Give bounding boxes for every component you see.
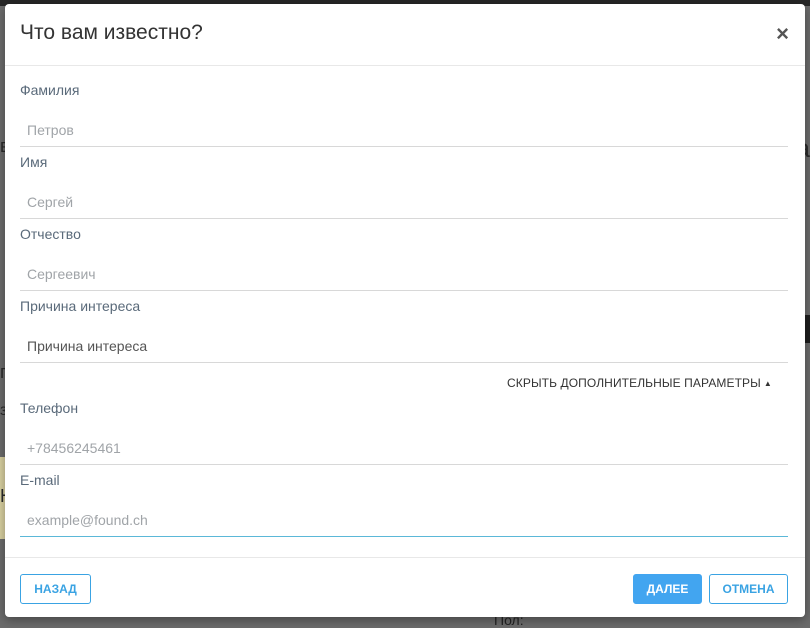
reason-label: Причина интереса bbox=[20, 298, 141, 314]
phone-field: Телефон bbox=[20, 399, 788, 465]
reason-field: Причина интереса bbox=[20, 297, 788, 363]
cancel-button[interactable]: ОТМЕНА bbox=[709, 574, 788, 604]
patronymic-input[interactable] bbox=[20, 257, 788, 291]
email-field: E-mail bbox=[20, 471, 788, 537]
email-label: E-mail bbox=[20, 472, 60, 488]
surname-input[interactable] bbox=[20, 113, 788, 147]
surname-field: Фамилия bbox=[20, 81, 788, 147]
next-button[interactable]: ДАЛЕЕ bbox=[633, 574, 702, 604]
email-input[interactable] bbox=[20, 503, 788, 537]
patronymic-label: Отчество bbox=[20, 226, 81, 242]
surname-label: Фамилия bbox=[20, 82, 80, 98]
back-button[interactable]: НАЗАД bbox=[20, 574, 91, 604]
modal-header: Что вам известно? × bbox=[5, 4, 805, 66]
name-label: Имя bbox=[20, 154, 48, 170]
name-input[interactable] bbox=[20, 185, 788, 219]
phone-input[interactable] bbox=[20, 431, 788, 465]
caret-up-icon: ▲ bbox=[763, 379, 772, 388]
hide-advanced-params-toggle[interactable]: СКРЫТЬ ДОПОЛНИТЕЛЬНЫЕ ПАРАМЕТРЫ ▲ bbox=[507, 376, 772, 390]
modal-footer: НАЗАД ДАЛЕЕ ОТМЕНА bbox=[5, 557, 805, 617]
info-modal: Что вам известно? × Фамилия Имя Отчество… bbox=[5, 4, 805, 617]
modal-title: Что вам известно? bbox=[20, 21, 203, 44]
name-field: Имя bbox=[20, 153, 788, 219]
patronymic-field: Отчество bbox=[20, 225, 788, 291]
toggle-label: СКРЫТЬ ДОПОЛНИТЕЛЬНЫЕ ПАРАМЕТРЫ bbox=[507, 376, 761, 390]
phone-label: Телефон bbox=[20, 400, 79, 416]
reason-input[interactable] bbox=[20, 329, 788, 363]
close-icon[interactable]: × bbox=[776, 23, 789, 45]
